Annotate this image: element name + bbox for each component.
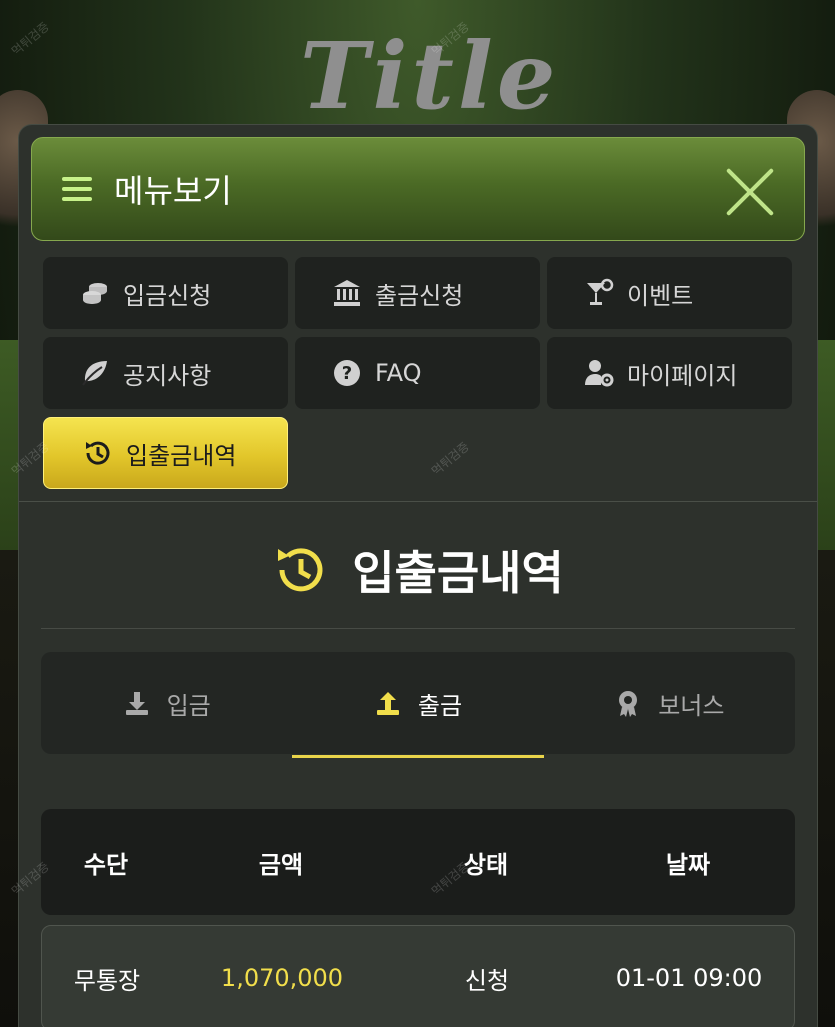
- hamburger-icon: [62, 177, 92, 201]
- award-icon: [619, 691, 638, 717]
- cell-status: 신청: [464, 966, 510, 995]
- site-logo: Title: [300, 22, 560, 130]
- leaf-icon: [79, 357, 111, 389]
- menu-header: 메뉴보기: [31, 137, 805, 241]
- close-button[interactable]: [724, 166, 776, 218]
- coins-icon: [79, 277, 111, 309]
- history-icon: [82, 437, 114, 469]
- menu-item-mypage[interactable]: 마이페이지: [547, 337, 792, 409]
- table-row: 무통장 1,070,000 신청 01-01 09:00: [41, 925, 795, 1027]
- table-header: 수단 금액 상태 날짜: [41, 809, 795, 915]
- column-header-status: 상태: [463, 850, 509, 879]
- menu-item-transaction-history[interactable]: 입출금내역: [43, 417, 288, 489]
- tab-label: 입금: [166, 691, 211, 720]
- download-icon: [125, 692, 148, 715]
- user-cog-icon: [583, 357, 615, 389]
- menu-item-label: 마이페이지: [627, 361, 738, 390]
- page-title: 입출금내역: [352, 546, 564, 600]
- menu-item-label: 출금신청: [375, 281, 464, 310]
- menu-item-label: 입금신청: [123, 281, 212, 310]
- menu-grid: 입금신청 출금신청 이벤트 공지사항 ? FAQ 마이페이지 입출금내역: [43, 257, 794, 489]
- divider: [19, 501, 817, 502]
- menu-item-label: 공지사항: [123, 361, 212, 390]
- menu-item-notice[interactable]: 공지사항: [43, 337, 288, 409]
- menu-item-deposit-request[interactable]: 입금신청: [43, 257, 288, 329]
- section-divider: [41, 628, 795, 629]
- menu-item-event[interactable]: 이벤트: [547, 257, 792, 329]
- question-icon: ?: [331, 357, 363, 389]
- cell-date: 01-01 09:00: [615, 964, 763, 992]
- column-header-method: 수단: [83, 850, 129, 879]
- bank-icon: [331, 277, 363, 309]
- tab-label: 출금: [417, 691, 463, 720]
- tab-withdraw[interactable]: 출금: [292, 652, 544, 758]
- tab-deposit[interactable]: 입금: [41, 652, 292, 754]
- menu-item-label: 입출금내역: [126, 441, 237, 470]
- column-header-date: 날짜: [665, 850, 711, 879]
- history-icon: [278, 548, 323, 592]
- section-title: 입출금내역: [19, 525, 817, 615]
- cell-amount: 1,070,000: [220, 964, 344, 992]
- cell-method: 무통장: [73, 966, 141, 995]
- tab-bonus[interactable]: 보너스: [544, 652, 795, 754]
- history-tabs: 입금 출금 보너스: [41, 652, 795, 758]
- menu-item-faq[interactable]: ? FAQ: [295, 337, 540, 409]
- menu-item-label: FAQ: [375, 359, 422, 387]
- upload-icon: [376, 692, 399, 715]
- menu-title: 메뉴보기: [114, 172, 232, 210]
- menu-item-withdraw-request[interactable]: 출금신청: [295, 257, 540, 329]
- tab-label: 보너스: [658, 691, 725, 720]
- svg-text:?: ?: [342, 363, 352, 384]
- menu-panel: 메뉴보기 입금신청 출금신청 이벤트 공지사항 ? FAQ 마이페이지 입출금내…: [18, 124, 818, 1027]
- cocktail-icon: [583, 277, 615, 309]
- menu-item-label: 이벤트: [627, 281, 694, 310]
- column-header-amount: 금액: [258, 850, 304, 879]
